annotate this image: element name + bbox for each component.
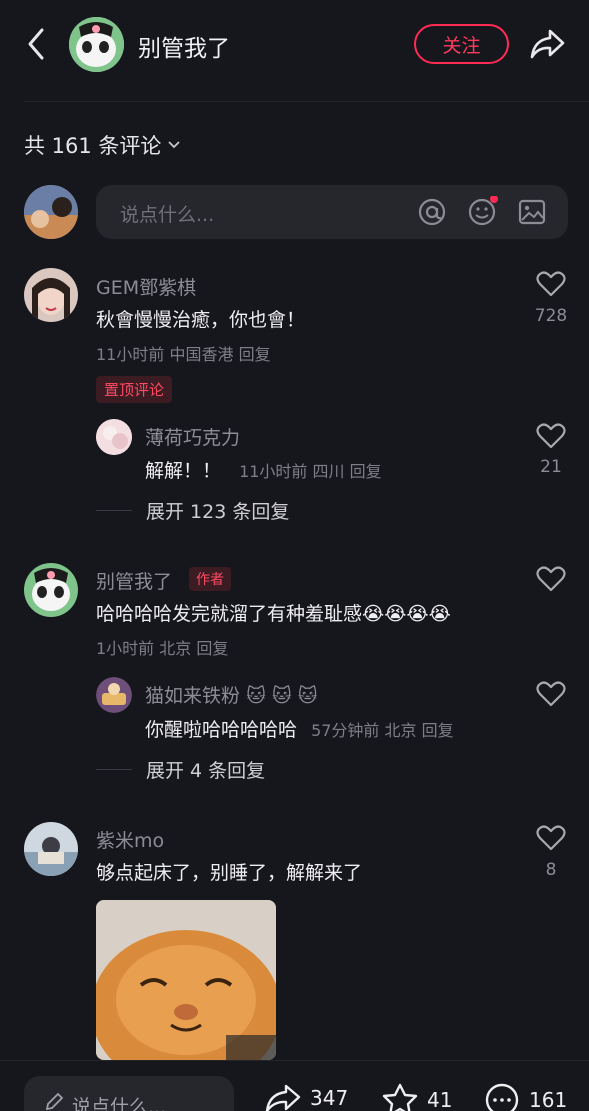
favorite-count: 41 (427, 1088, 453, 1111)
favorite-button[interactable]: 41 (381, 1082, 452, 1111)
back-button[interactable] (22, 26, 52, 62)
comment-input-placeholder: 说点什么... (120, 204, 215, 226)
comment-count-text: 共 161 条评论 (24, 134, 162, 158)
chevron-left-icon (28, 28, 44, 60)
like-button[interactable] (536, 680, 566, 708)
reply-username-row[interactable]: 猫如来铁粉 🐱 🐱 🐱 (145, 681, 318, 708)
comment-text-row: 哈哈哈哈发完就溜了有种羞耻感😭😭😭😭 (96, 599, 451, 626)
expand-replies-text: 展开 123 条回复 (146, 501, 290, 523)
comment-location: 北京 (159, 639, 192, 658)
bottom-comment-input[interactable]: 说点什么... (24, 1076, 234, 1111)
comment-location: 中国香港 (169, 345, 234, 364)
current-user-avatar (24, 185, 78, 239)
reply-text: 你醒啦哈哈哈哈哈 (145, 719, 298, 741)
heart-icon (536, 681, 566, 707)
reply-button[interactable]: 回复 (350, 462, 382, 481)
like-count: 21 (540, 457, 562, 477)
pencil-icon (45, 1092, 64, 1111)
chevron-down-icon (168, 141, 181, 149)
reply-time: 57分钟前 (311, 721, 380, 740)
comment-image-cat[interactable] (96, 900, 276, 1060)
comment-meta: 11小时前 中国香港 回复 (96, 341, 271, 365)
comments-count: 161 (529, 1088, 568, 1111)
comment-text: 哈哈哈哈发完就溜了有种羞耻感 (96, 603, 363, 625)
comment-time: 11小时前 (96, 345, 165, 364)
star-icon (382, 1083, 418, 1111)
like-button[interactable] (536, 270, 566, 298)
pinned-badge: 置顶评论 (96, 376, 173, 403)
heart-icon (536, 271, 566, 297)
comment-avatar[interactable] (24, 822, 78, 876)
mention-icon[interactable] (416, 196, 448, 228)
heart-icon (536, 825, 566, 851)
reply-text: 解解！！ (145, 460, 222, 482)
reply-avatar[interactable] (96, 419, 132, 455)
like-button[interactable] (536, 422, 566, 450)
like-button[interactable] (536, 565, 566, 593)
share-arrow-icon (530, 29, 565, 59)
comment-input[interactable]: 说点什么... (96, 185, 568, 239)
reply-button[interactable]: 回复 (196, 639, 228, 658)
reply-location: 四川 (312, 462, 345, 481)
reply-username[interactable]: 薄荷巧克力 (145, 423, 240, 450)
like-button[interactable] (536, 824, 566, 852)
header-username[interactable]: 别管我了 (138, 29, 230, 63)
heart-icon (536, 423, 566, 449)
divider-line (96, 510, 132, 511)
comment-avatar[interactable] (24, 268, 78, 322)
emoji-icon[interactable] (466, 195, 498, 228)
comment-meta: 1小时前 北京 回复 (96, 635, 228, 659)
reply-text-row: 解解！！ 11小时前 四川 回复 (145, 456, 382, 483)
reply-avatar[interactable] (96, 677, 132, 713)
reply-username: 猫如来铁粉 (145, 685, 241, 707)
cat-emojis: 🐱 🐱 🐱 (246, 685, 318, 707)
share-count-button[interactable]: 347 (262, 1082, 348, 1111)
reply-time: 11小时前 (239, 462, 308, 481)
expand-replies-button[interactable]: 展开 123 条回复 (96, 497, 289, 524)
like-count: 8 (545, 860, 557, 880)
heart-icon (536, 566, 566, 592)
divider-line (96, 769, 132, 770)
comment-username[interactable]: GEM鄧紫棋 (96, 273, 196, 300)
comments-button[interactable]: 161 (483, 1082, 567, 1111)
expand-replies-text: 展开 4 条回复 (146, 760, 266, 782)
reply-button[interactable]: 回复 (239, 345, 271, 364)
comment-username[interactable]: 别管我了 (96, 567, 172, 594)
bottom-input-placeholder: 说点什么... (72, 1096, 167, 1111)
header-divider (24, 101, 589, 102)
comment-time: 1小时前 (96, 639, 155, 658)
expand-replies-button[interactable]: 展开 4 条回复 (96, 756, 265, 783)
share-arrow-icon (265, 1084, 301, 1111)
comment-avatar[interactable] (24, 563, 78, 617)
comment-text: 够点起床了，别睡了，解解来了 (96, 862, 363, 884)
reply-location: 北京 (384, 721, 417, 740)
comment-bubble-icon (485, 1083, 519, 1111)
header-avatar[interactable] (69, 17, 124, 72)
author-badge: 作者 (189, 567, 231, 591)
crying-emojis: 😭😭😭😭 (362, 603, 451, 625)
image-picker-icon[interactable] (516, 196, 548, 228)
follow-button[interactable]: 关注 (414, 24, 509, 64)
reply-button[interactable]: 回复 (422, 721, 454, 740)
comment-count-dropdown[interactable]: 共 161 条评论 (24, 130, 181, 160)
share-count: 347 (310, 1086, 349, 1110)
comment-text: 秋會慢慢治癒，你也會！ (96, 309, 306, 331)
reply-text-row: 你醒啦哈哈哈哈哈 57分钟前 北京 回复 (145, 715, 454, 742)
share-button[interactable] (528, 26, 566, 62)
comment-username[interactable]: 紫米mo (96, 826, 164, 853)
like-count: 728 (534, 306, 568, 326)
